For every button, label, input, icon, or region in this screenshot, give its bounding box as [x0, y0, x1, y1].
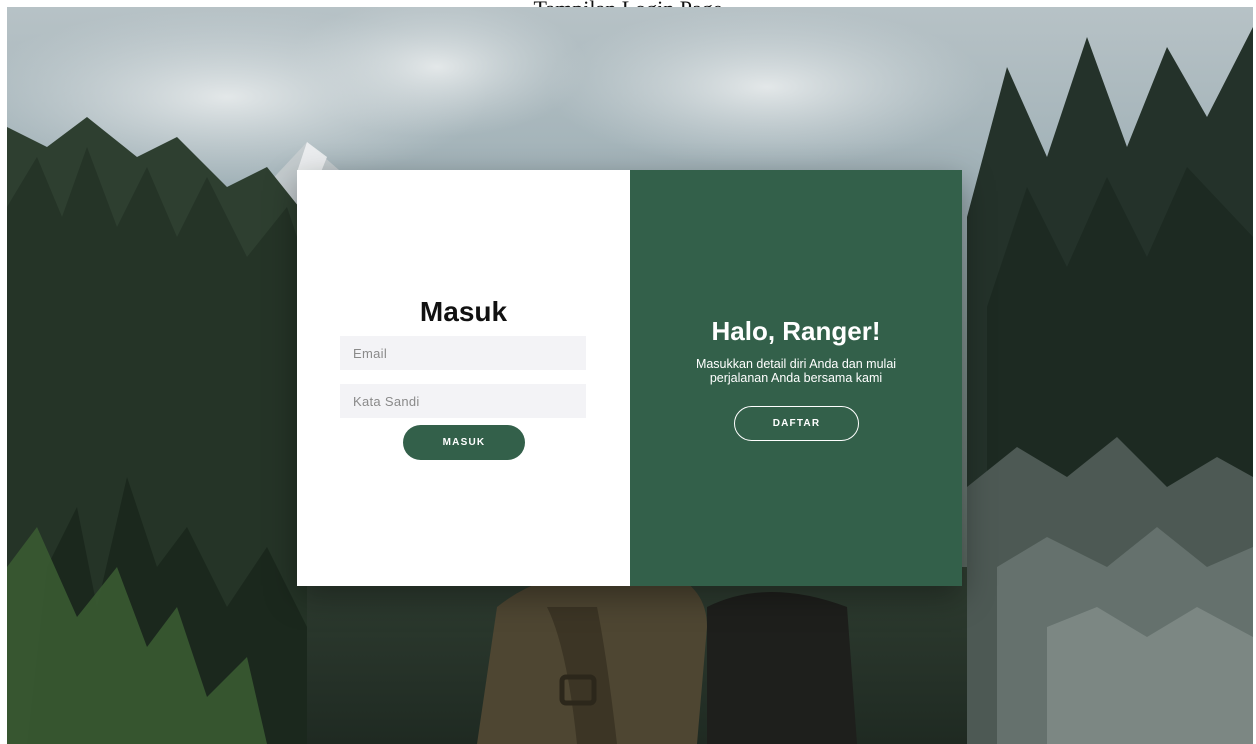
login-panel: Masuk MASUK	[297, 170, 630, 586]
welcome-title: Halo, Ranger!	[711, 316, 881, 346]
password-input[interactable]	[340, 384, 586, 418]
login-button[interactable]: MASUK	[403, 425, 525, 460]
welcome-panel: Halo, Ranger! Masukkan detail diri Anda …	[630, 170, 962, 586]
login-title: Masuk	[419, 296, 508, 327]
welcome-text: Masukkan detail diri Anda dan mulai perj…	[695, 357, 897, 385]
auth-card: Masuk MASUK Halo, Ranger! Masukkan detai…	[297, 170, 962, 586]
email-input[interactable]	[340, 336, 586, 370]
register-button[interactable]: DAFTAR	[734, 406, 859, 441]
